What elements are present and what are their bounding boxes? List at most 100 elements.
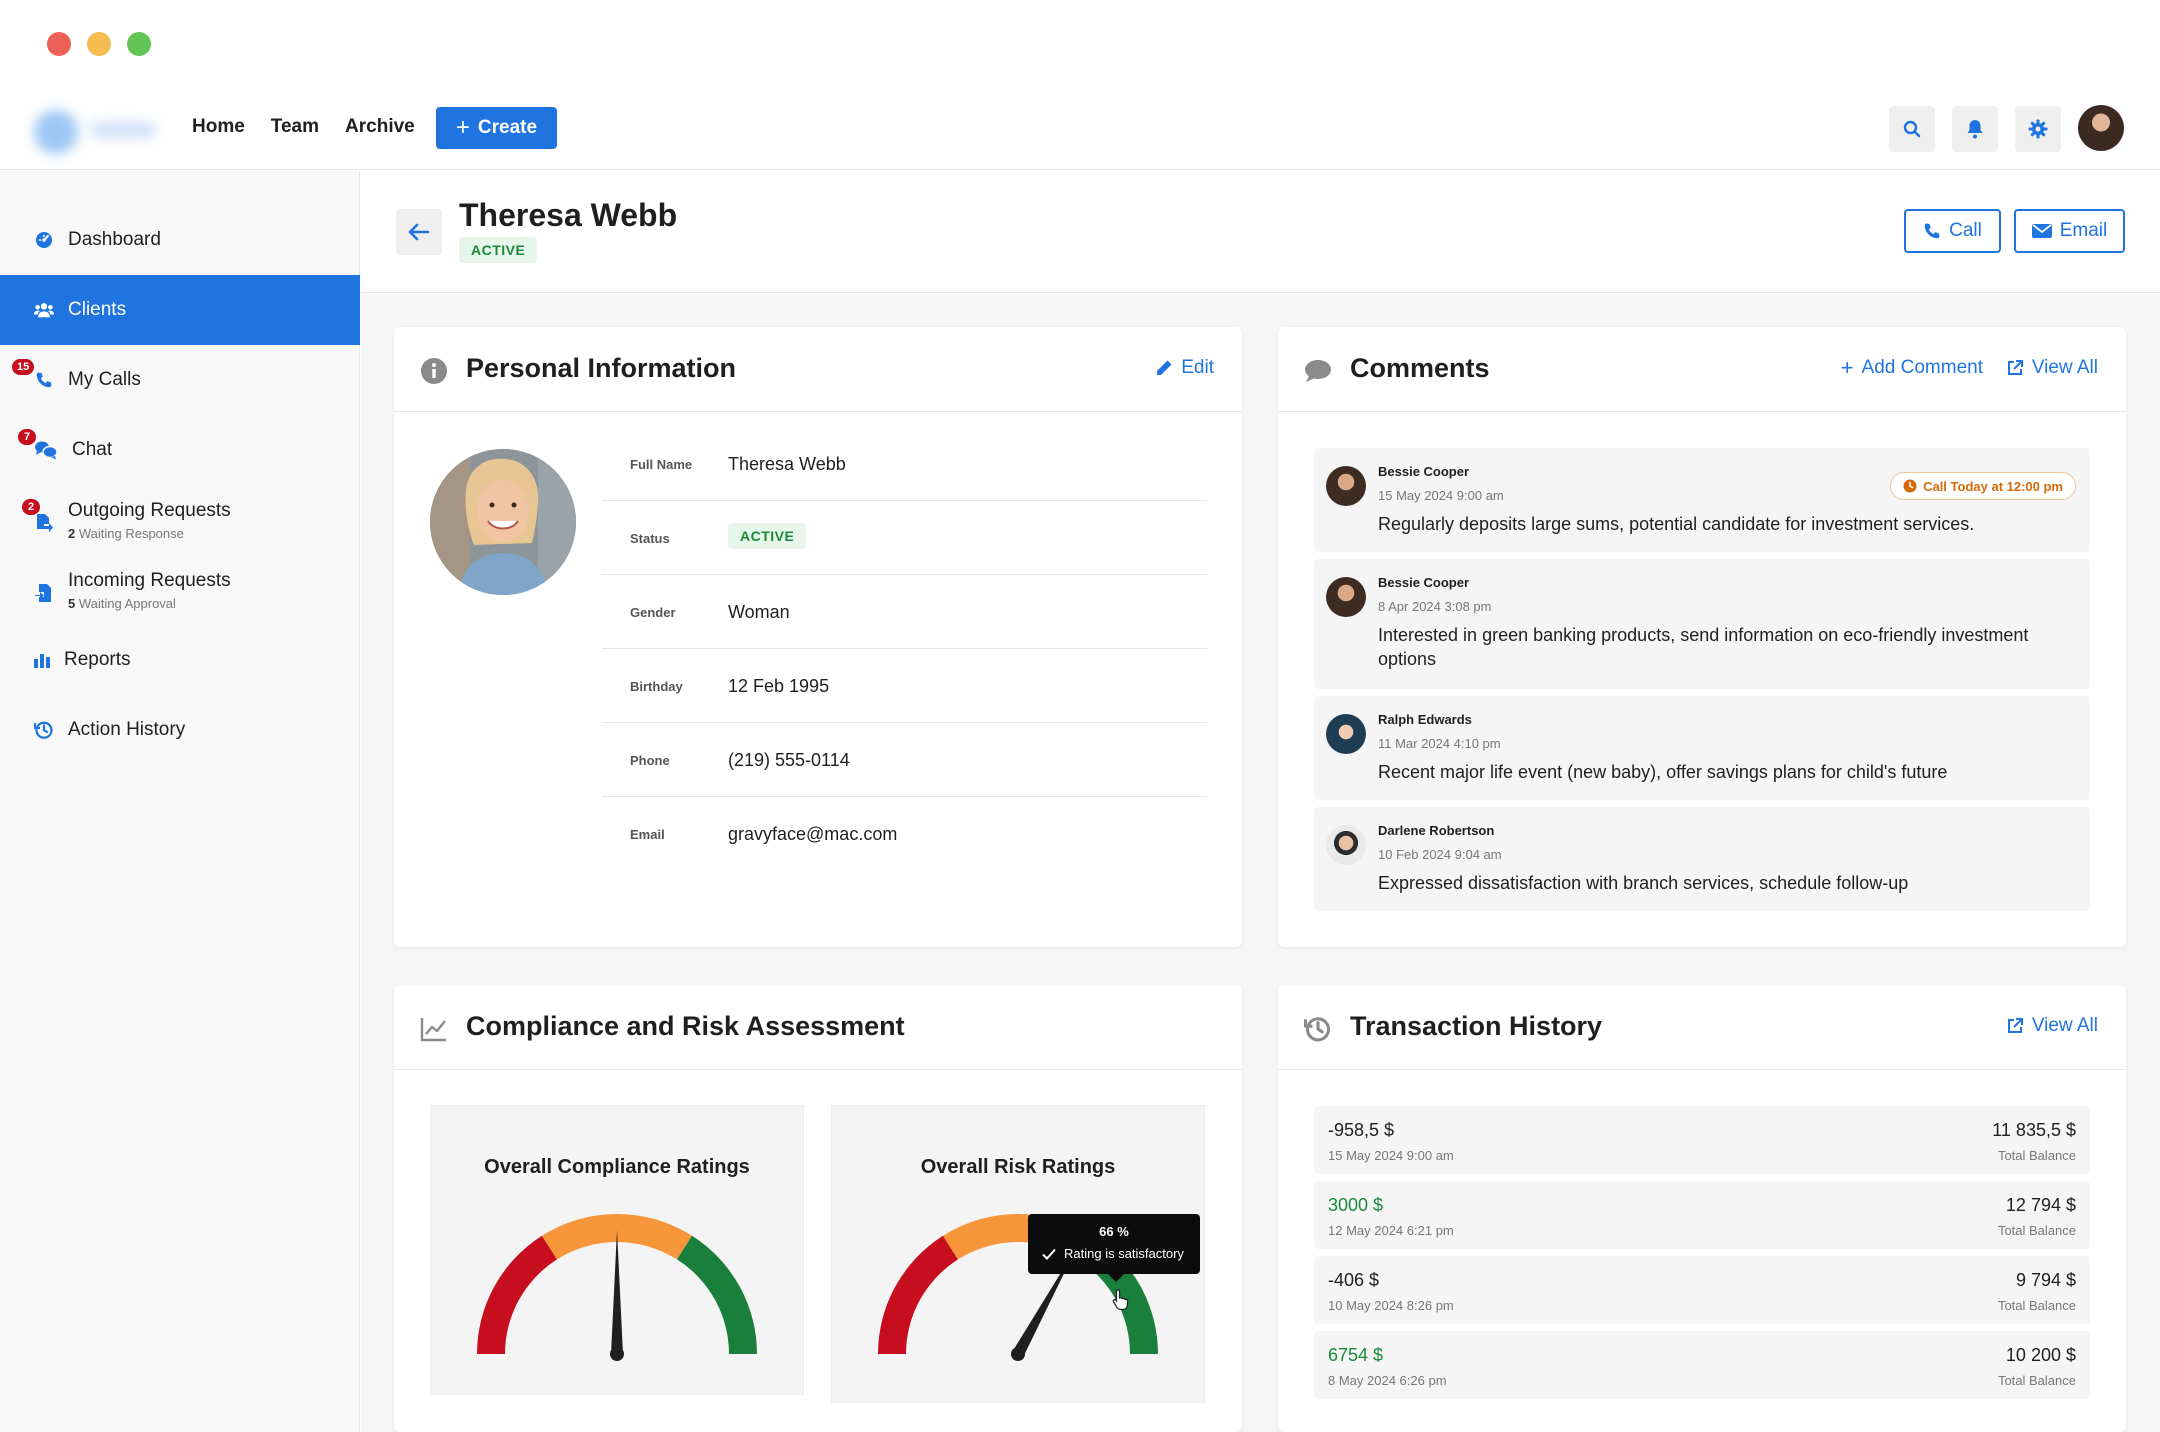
sidebar-item-label: Outgoing Requests <box>68 499 231 521</box>
sidebar-item-incoming-requests[interactable]: Incoming Requests 5 Waiting Approval <box>0 555 360 625</box>
sidebar-item-label: Chat <box>72 439 113 460</box>
sidebar-item-label: Incoming Requests <box>68 569 231 591</box>
comment-date: 11 Mar 2024 4:10 pm <box>1378 736 1501 751</box>
add-comment-button[interactable]: + Add Comment <box>1841 357 1983 379</box>
call-button[interactable]: Call <box>1904 209 2001 253</box>
sidebar-item-reports[interactable]: Reports <box>0 625 360 695</box>
email-button[interactable]: Email <box>2014 209 2125 253</box>
sidebar-item-label: My Calls <box>68 369 141 390</box>
bell-icon <box>1967 120 1983 139</box>
comment-date: 15 May 2024 9:00 am <box>1378 488 1504 503</box>
sidebar-item-chat[interactable]: 7 Chat <box>0 415 360 485</box>
clock-icon <box>1903 479 1917 493</box>
balance-label: Total Balance <box>1997 1148 2076 1163</box>
nav-link-home[interactable]: Home <box>192 116 245 138</box>
sidebar-item-clients[interactable]: Clients <box>0 275 360 345</box>
create-button-label: Create <box>477 117 538 138</box>
info-icon <box>420 357 448 385</box>
transaction-date: 8 May 2024 6:26 pm <box>1328 1373 1447 1388</box>
transaction-amount: -406 $ <box>1328 1270 1380 1290</box>
transaction-row[interactable]: 3000 $ 12 May 2024 6:21 pm 12 794 $ Tota… <box>1314 1181 2090 1249</box>
nav-link-team[interactable]: Team <box>271 116 319 138</box>
plus-icon: + <box>455 114 470 141</box>
transaction-history-panel: Transaction History View All -958,5 $ 15… <box>1278 985 2126 1432</box>
transaction-balance: 12 794 $ <box>2005 1195 2076 1215</box>
incoming-requests-text: Incoming Requests 5 Waiting Approval <box>68 570 231 611</box>
top-navigation: Home Team Archive + Create <box>0 88 2160 170</box>
compliance-gauge <box>477 1214 757 1361</box>
view-all-transactions-link[interactable]: View All <box>2006 1015 2098 1037</box>
search-icon <box>1903 120 1921 138</box>
envelope-icon <box>2031 224 2052 238</box>
transaction-balance: 9 794 $ <box>2015 1270 2076 1290</box>
panel-header: Transaction History View All <box>1278 985 2126 1070</box>
check-icon <box>1042 1248 1056 1260</box>
back-button[interactable] <box>396 209 442 255</box>
transaction-balance: 11 835,5 $ <box>1992 1120 2076 1140</box>
comment-author: Darlene Robertson <box>1378 823 1495 838</box>
info-value: Theresa Webb <box>728 454 846 474</box>
gauge-red-zone <box>878 1235 958 1354</box>
minimize-window-button[interactable] <box>87 32 111 56</box>
transaction-row[interactable]: -406 $ 10 May 2024 8:26 pm 9 794 $ Total… <box>1314 1256 2090 1324</box>
sidebar-item-label: Action History <box>68 719 186 740</box>
comment-author: Bessie Cooper <box>1378 575 1470 590</box>
window-controls <box>47 32 151 56</box>
panel-title: Personal Information <box>466 353 737 383</box>
comment-item: Bessie Cooper 15 May 2024 9:00 am Regula… <box>1314 448 2090 552</box>
line-chart-icon <box>420 1015 448 1043</box>
edit-button[interactable]: Edit <box>1155 357 1214 379</box>
transaction-balance: 10 200 $ <box>2005 1345 2076 1365</box>
notifications-button[interactable] <box>1952 106 1998 152</box>
status-badge: ACTIVE <box>728 523 807 549</box>
bar-chart-icon <box>34 650 50 670</box>
view-all-label: View All <box>2031 1015 2098 1036</box>
info-row-gender: Gender Woman <box>602 575 1207 649</box>
create-button[interactable]: + Create <box>436 107 557 149</box>
info-label: Gender <box>630 605 676 620</box>
nav-links: Home Team Archive <box>192 116 415 138</box>
gear-icon <box>2028 119 2048 139</box>
avatar <box>1326 825 1366 865</box>
sidebar-item-outgoing-requests[interactable]: 2 Outgoing Requests 2 Waiting Response <box>0 485 360 555</box>
transaction-row[interactable]: -958,5 $ 15 May 2024 9:00 am 11 835,5 $ … <box>1314 1106 2090 1174</box>
view-all-label: View All <box>2031 357 2098 378</box>
risk-gauge-card: Overall Risk Ratings 66 % Rating is sati… <box>831 1105 1205 1403</box>
info-value[interactable]: gravyface@mac.com <box>728 824 897 845</box>
comment-date: 8 Apr 2024 3:08 pm <box>1378 599 1492 614</box>
search-button[interactable] <box>1889 106 1935 152</box>
info-row-birthday: Birthday 12 Feb 1995 <box>602 649 1207 723</box>
sidebar-item-label: Clients <box>68 299 127 320</box>
transaction-row[interactable]: 6754 $ 8 May 2024 6:26 pm 10 200 $ Total… <box>1314 1331 2090 1399</box>
settings-button[interactable] <box>2015 106 2061 152</box>
user-avatar[interactable] <box>2078 105 2124 151</box>
maximize-window-button[interactable] <box>127 32 151 56</box>
nav-link-archive[interactable]: Archive <box>345 116 415 138</box>
sidebar-item-my-calls[interactable]: 15 My Calls <box>0 345 360 415</box>
page-title: Theresa Webb <box>459 197 678 233</box>
comment-item: Bessie Cooper 8 Apr 2024 3:08 pm Interes… <box>1314 559 2090 689</box>
app-logo[interactable] <box>34 108 159 154</box>
close-window-button[interactable] <box>47 32 71 56</box>
transaction-amount: -958,5 $ <box>1328 1120 1395 1140</box>
comment-text: Interested in green banking products, se… <box>1378 625 2029 669</box>
view-all-comments-link[interactable]: View All <box>2006 357 2098 379</box>
sidebar-item-action-history[interactable]: Action History <box>0 695 360 765</box>
chat-count-badge: 7 <box>18 429 36 445</box>
transaction-date: 12 May 2024 6:21 pm <box>1328 1223 1454 1238</box>
gauge-tooltip: 66 % Rating is satisfactory <box>1028 1214 1200 1282</box>
info-value[interactable]: (219) 555-0114 <box>728 750 850 771</box>
info-row-full-name: Full Name Theresa Webb <box>602 427 1207 501</box>
call-reminder-tag[interactable]: Call Today at 12:00 pm <box>1890 472 2076 500</box>
history-icon <box>34 720 54 740</box>
comment-author: Bessie Cooper <box>1378 464 1470 479</box>
pointer-hand-icon <box>1112 1289 1129 1310</box>
sidebar-item-dashboard[interactable]: Dashboard <box>0 205 360 275</box>
call-button-label: Call <box>1949 220 1982 241</box>
external-link-icon <box>2007 360 2023 375</box>
comment-item: Darlene Robertson 10 Feb 2024 9:04 am Ex… <box>1314 807 2090 911</box>
comment-author: Ralph Edwards <box>1378 712 1472 727</box>
gauge-needle <box>611 1230 623 1354</box>
panel-title: Transaction History <box>1350 1011 1603 1041</box>
balance-label: Total Balance <box>1997 1223 2076 1238</box>
